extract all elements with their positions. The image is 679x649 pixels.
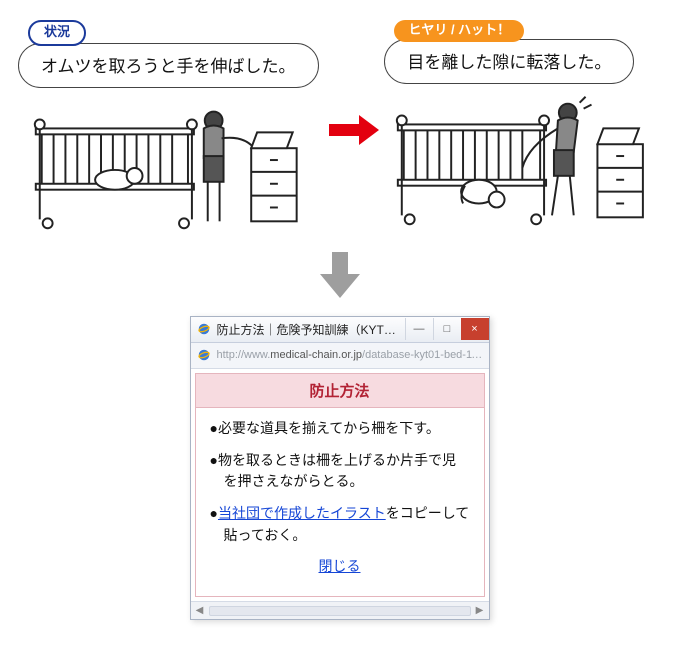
page-body: ●必要な道具を揃えてから柵を下す。 ●物を取るときは柵を上げるか片手で児を押さえ… — [196, 408, 484, 596]
illustration-link[interactable]: 当社団で作成したイラスト — [218, 505, 386, 521]
maximize-button[interactable]: □ — [433, 318, 461, 340]
url-path: /database-kyt01-bed-11boshi.htm — [362, 349, 482, 361]
situation-bubble: オムツを取ろうと手を伸ばした。 — [18, 43, 319, 88]
incident-bubble: 目を離した隙に転落した。 — [384, 39, 634, 84]
page-icon — [197, 348, 211, 362]
top-row: 状況 オムツを取ろうと手を伸ばした。 — [0, 0, 679, 234]
window-buttons: — □ × — [405, 318, 489, 340]
bullet-2: ●物を取るときは柵を上げるか片手で児を押さえながらとる。 — [210, 450, 470, 493]
browser-window: 防止方法｜危険予知訓練（KYT）- 転... — □ × http://www.… — [190, 316, 490, 620]
situation-illustration — [18, 94, 324, 234]
right-panel: ヒヤリ / ハット！ 目を離した隙に転落した。 — [384, 20, 661, 230]
bullet-3-marker: ● — [210, 505, 218, 521]
minimize-button[interactable]: — — [405, 318, 433, 340]
address-bar[interactable]: http://www.medical-chain.or.jp/database-… — [191, 343, 489, 369]
bullet-3: ●当社団で作成したイラストをコピーして貼っておく。 — [210, 503, 470, 546]
url-prefix: http://www. — [217, 349, 271, 361]
down-arrow — [0, 252, 679, 298]
scroll-track[interactable] — [209, 606, 471, 616]
incident-tag: ヒヤリ / ハット！ — [394, 20, 524, 42]
close-link[interactable]: 閉じる — [210, 556, 470, 578]
horizontal-scrollbar[interactable]: ◀ ▶ — [191, 601, 489, 619]
scroll-right-icon[interactable]: ▶ — [473, 604, 487, 618]
page-content: 防止方法 ●必要な道具を揃えてから柵を下す。 ●物を取るときは柵を上げるか片手で… — [195, 373, 485, 597]
url-text: http://www.medical-chain.or.jp/database-… — [217, 349, 483, 361]
situation-tag: 状況 — [28, 20, 86, 46]
left-panel: 状況 オムツを取ろうと手を伸ばした。 — [18, 20, 324, 234]
bullet-1: ●必要な道具を揃えてから柵を下す。 — [210, 418, 470, 440]
close-button[interactable]: × — [461, 318, 489, 340]
scroll-left-icon[interactable]: ◀ — [193, 604, 207, 618]
ie-icon — [197, 322, 211, 336]
arrow-right-cell — [324, 20, 384, 180]
arrow-right-icon — [327, 115, 381, 145]
incident-illustration — [384, 90, 661, 230]
page-heading: 防止方法 — [196, 374, 484, 408]
window-title: 防止方法｜危険予知訓練（KYT）- 転... — [217, 321, 405, 338]
arrow-down-icon — [320, 252, 360, 298]
url-host: medical-chain.or.jp — [270, 349, 362, 361]
titlebar[interactable]: 防止方法｜危険予知訓練（KYT）- 転... — □ × — [191, 317, 489, 343]
